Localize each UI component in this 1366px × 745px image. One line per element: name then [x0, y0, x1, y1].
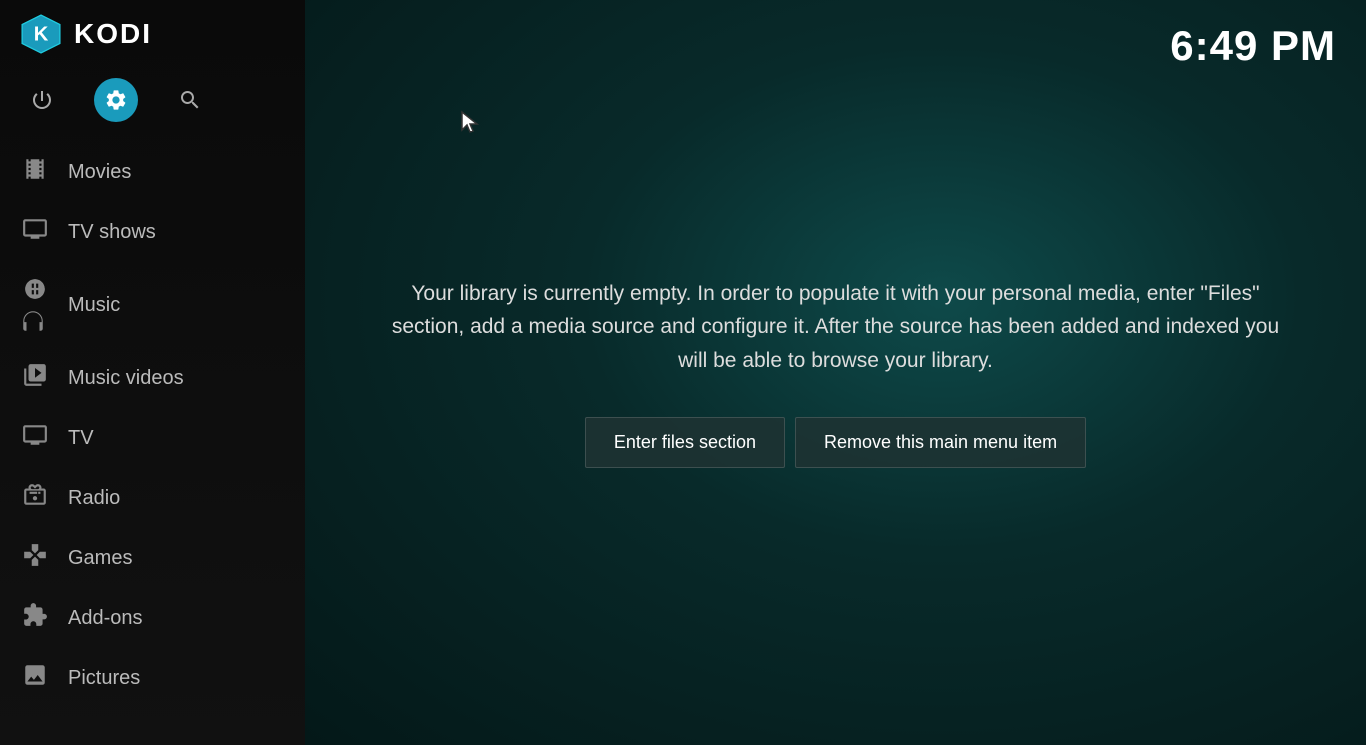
kodi-logo-icon: K	[20, 13, 62, 55]
games-icon	[20, 542, 50, 574]
radio-icon	[20, 482, 50, 514]
add-ons-icon	[20, 602, 50, 634]
sidebar: K KODI Movies	[0, 0, 305, 745]
main-content: 6:49 PM Your library is currently empty.…	[305, 0, 1366, 745]
mouse-cursor-icon	[460, 110, 482, 138]
sidebar-item-movies[interactable]: Movies	[0, 142, 305, 202]
movies-label: Movies	[68, 161, 131, 184]
enter-files-button[interactable]: Enter files section	[585, 417, 785, 468]
pictures-icon	[20, 662, 50, 694]
music-icon	[20, 276, 50, 334]
pictures-label: Pictures	[68, 667, 140, 690]
sidebar-item-add-ons[interactable]: Add-ons	[0, 588, 305, 648]
app-header: K KODI	[0, 0, 305, 68]
radio-label: Radio	[68, 487, 120, 510]
svg-text:K: K	[34, 23, 49, 45]
sidebar-item-games[interactable]: Games	[0, 528, 305, 588]
music-videos-icon	[20, 362, 50, 394]
power-button[interactable]	[20, 78, 64, 122]
remove-menu-item-button[interactable]: Remove this main menu item	[795, 417, 1086, 468]
games-label: Games	[68, 547, 132, 570]
sidebar-icon-bar	[0, 68, 305, 142]
tv-icon	[20, 422, 50, 454]
tv-label: TV	[68, 427, 94, 450]
app-title: KODI	[74, 18, 152, 50]
time-display: 6:49 PM	[1170, 22, 1336, 70]
add-ons-label: Add-ons	[68, 607, 143, 630]
settings-button[interactable]	[94, 78, 138, 122]
sidebar-item-music-videos[interactable]: Music videos	[0, 348, 305, 408]
sidebar-item-music[interactable]: Music	[0, 262, 305, 348]
action-buttons: Enter files section Remove this main men…	[585, 417, 1086, 468]
main-nav: Movies TV shows Music Music videos	[0, 142, 305, 745]
sidebar-item-tv-shows[interactable]: TV shows	[0, 202, 305, 262]
tv-shows-icon	[20, 216, 50, 248]
tv-shows-label: TV shows	[68, 221, 156, 244]
sidebar-item-radio[interactable]: Radio	[0, 468, 305, 528]
search-button[interactable]	[168, 78, 212, 122]
library-empty-message: Your library is currently empty. In orde…	[346, 277, 1326, 378]
music-label: Music	[68, 294, 120, 317]
music-videos-label: Music videos	[68, 367, 184, 390]
sidebar-item-pictures[interactable]: Pictures	[0, 648, 305, 708]
sidebar-item-tv[interactable]: TV	[0, 408, 305, 468]
movies-icon	[20, 156, 50, 188]
